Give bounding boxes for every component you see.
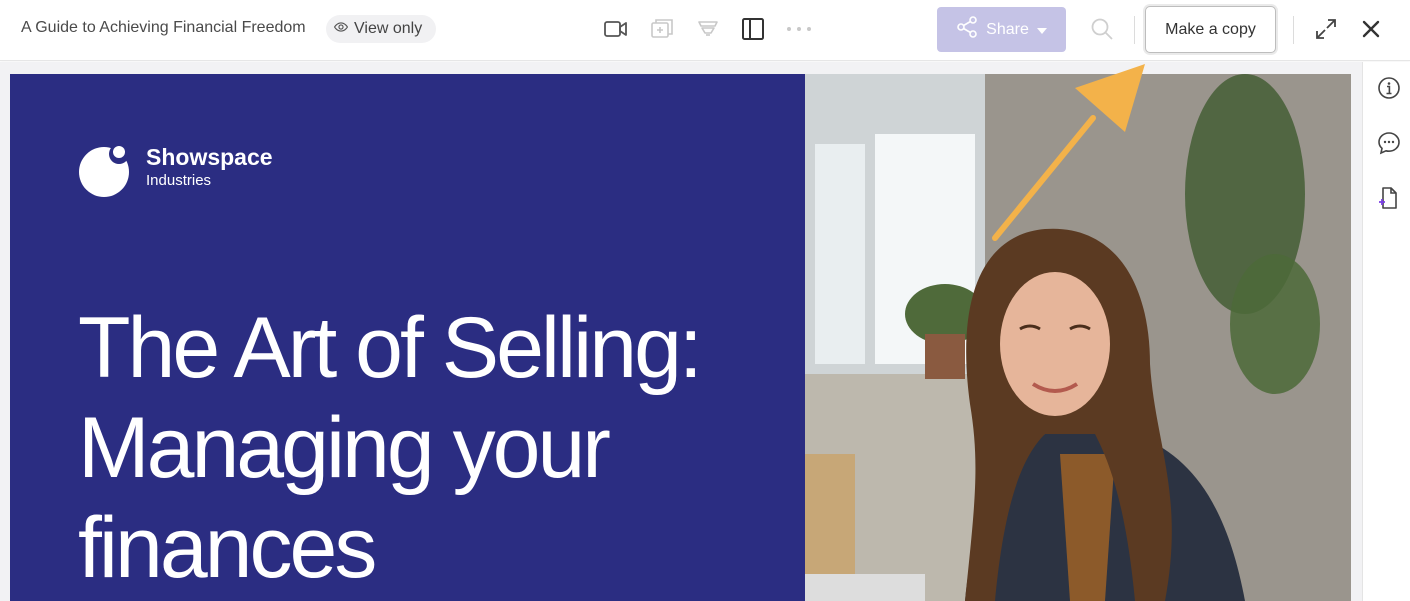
toolbar-divider [1293, 16, 1294, 44]
eye-icon [333, 20, 349, 39]
headline-line: finances [78, 500, 377, 596]
slide-headline: The Art of Selling: Managing your financ… [78, 298, 778, 598]
headline-line: Managing your [78, 400, 611, 496]
view-only-badge[interactable]: View only [326, 15, 437, 43]
top-toolbar: A Guide to Achieving Financial Freedom V… [0, 0, 1410, 61]
share-button[interactable]: Share [937, 7, 1066, 52]
brand-subtitle: Industries [146, 172, 212, 189]
share-label: Share [986, 20, 1029, 38]
headline-line: The Art of Selling: [78, 300, 703, 396]
add-page-icon[interactable] [649, 16, 675, 42]
toolbar-divider [1134, 16, 1135, 44]
share-icon [956, 16, 978, 43]
brand-name: Showspace [146, 144, 273, 170]
more-icon[interactable] [786, 16, 812, 42]
search-icon[interactable] [1089, 16, 1115, 42]
close-icon[interactable] [1358, 16, 1384, 42]
expand-icon[interactable] [1313, 16, 1339, 42]
panel-layout-icon[interactable] [740, 16, 766, 42]
funnel-icon[interactable] [695, 16, 721, 42]
page-add-icon[interactable] [1377, 186, 1401, 210]
comment-icon[interactable] [1377, 131, 1401, 155]
showspace-logo [79, 144, 129, 197]
caret-down-icon [1036, 21, 1047, 39]
make-a-copy-button[interactable]: Make a copy [1145, 6, 1276, 53]
annotation-arrow [992, 64, 1145, 241]
view-mode-label: View only [354, 20, 423, 37]
document-title: A Guide to Achieving Financial Freedom [21, 19, 306, 36]
video-icon[interactable] [603, 16, 629, 42]
info-icon[interactable] [1377, 76, 1401, 100]
